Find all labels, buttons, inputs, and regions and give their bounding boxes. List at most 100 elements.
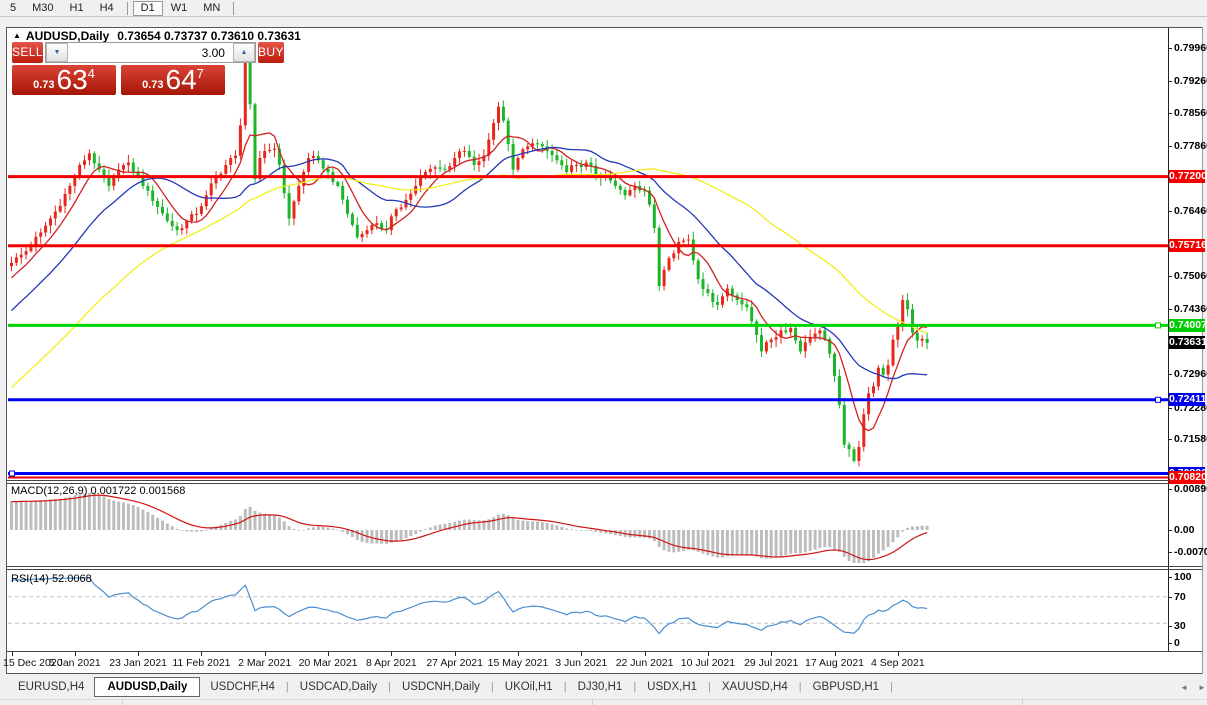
date-tick-label: 2 Mar 2021 <box>238 657 292 669</box>
timeframe-w1-button[interactable]: W1 <box>163 1 196 16</box>
date-tick-mark <box>707 652 709 656</box>
timeframe-5-button[interactable]: 5 <box>2 1 24 16</box>
sell-button[interactable]: SELL <box>12 42 43 63</box>
macd-tick-mark <box>1168 489 1172 490</box>
price-tick-mark <box>1168 308 1172 310</box>
price-chart-canvas[interactable] <box>8 28 1168 480</box>
rsi-tick-label: 30 <box>1174 620 1186 632</box>
chart-tab-dj30-h1[interactable]: DJ30,H1 <box>568 679 633 695</box>
volume-input[interactable] <box>67 43 233 62</box>
date-tick-label: 23 Jan 2021 <box>109 657 168 669</box>
chart-tab-usdchf-h4[interactable]: USDCHF,H4 <box>200 679 285 695</box>
date-tick-label: 8 Apr 2021 <box>365 657 417 669</box>
symbol-period-label: AUDUSD,Daily <box>25 29 110 43</box>
price-tick-mark <box>1168 113 1172 115</box>
macd-tick-label: 0.008904 <box>1174 483 1207 495</box>
macd-rsi-divider[interactable] <box>7 566 1202 567</box>
price-tick-mark <box>1168 374 1172 376</box>
price-tick-label: 0.78560 <box>1174 107 1207 120</box>
tab-separator: | <box>890 680 893 693</box>
price-tick-mark <box>1168 145 1172 147</box>
date-tick-label: 10 Jul 2021 <box>680 657 736 669</box>
sell-price-display[interactable]: 0.73 63 4 <box>12 65 116 95</box>
date-tick-mark <box>454 652 456 656</box>
macd-tick-mark <box>1168 530 1172 531</box>
price-tick-mark <box>1168 80 1172 82</box>
sell-price-big: 63 <box>56 64 88 95</box>
buy-button[interactable]: BUY <box>257 42 284 63</box>
price-level-badge: 0.73631 <box>1169 336 1207 350</box>
price-tick-label: 0.77860 <box>1174 139 1207 152</box>
status-divider <box>1022 699 1023 705</box>
buy-price-base: 0.73 <box>142 79 164 91</box>
rsi-tick-label: 0 <box>1174 637 1180 649</box>
price-tick-mark <box>1168 438 1172 440</box>
price-tick-label: 0.71580 <box>1174 432 1207 445</box>
window-border-right <box>1202 27 1203 674</box>
timeframe-toolbar: 5 M30 H1 H4 D1 W1 MN <box>0 0 1207 17</box>
tab-separator: | <box>708 680 711 693</box>
chart-tab-ukoil-h1[interactable]: UKOil,H1 <box>495 679 563 695</box>
chart-tab-xauusd-h4[interactable]: XAUUSD,H4 <box>712 679 798 695</box>
tab-separator: | <box>633 680 637 693</box>
collapse-triangle-icon[interactable]: ▲ <box>13 31 21 40</box>
timeframe-d1-button[interactable]: D1 <box>132 0 163 16</box>
chart-macd-divider[interactable] <box>7 480 1202 481</box>
tab-separator: | <box>563 680 567 693</box>
chart-tab-audusd-daily[interactable]: AUDUSD,Daily <box>94 676 201 697</box>
price-tick-mark <box>1168 407 1172 409</box>
rsi-tick-label: 100 <box>1174 571 1192 583</box>
volume-spinner: ▼ ▲ <box>44 42 256 63</box>
status-divider <box>592 699 593 705</box>
rsi-bottom-border <box>7 651 1202 652</box>
ohlc-values: 0.73654 0.73737 0.73610 0.73631 <box>117 29 301 43</box>
buy-price-display[interactable]: 0.73 64 7 <box>121 65 225 95</box>
date-tick-mark <box>834 652 836 656</box>
chart-tab-eurusd-h4[interactable]: EURUSD,H4 <box>8 679 94 695</box>
rsi-indicator-canvas[interactable] <box>8 570 1168 651</box>
date-tick-mark <box>771 652 773 656</box>
timeframe-mn-button[interactable]: MN <box>195 1 228 16</box>
volume-decrease-button[interactable]: ▼ <box>45 43 68 62</box>
mt4-terminal: 5 M30 H1 H4 D1 W1 MN ▲ AUDUSD,Daily 0.73654 0.73… <box>0 0 1207 705</box>
rsi-tick-mark <box>1168 577 1172 578</box>
price-tick-label: 0.74360 <box>1174 302 1207 315</box>
date-tick-label: 4 Sep 2021 <box>870 657 925 669</box>
rsi-label: RSI(14) 52.0068 <box>11 573 92 585</box>
price-tick-label: 0.79960 <box>1174 42 1207 54</box>
price-tick-label: 0.79260 <box>1174 74 1207 87</box>
date-tick-mark <box>391 652 393 656</box>
tab-separator: | <box>285 680 289 693</box>
volume-increase-button[interactable]: ▲ <box>232 43 255 62</box>
timeframe-m30-button[interactable]: M30 <box>24 1 61 16</box>
tab-separator: | <box>798 680 802 693</box>
rsi-tick-mark <box>1168 597 1172 598</box>
trade-controls-row: SELL ▼ ▲ BUY <box>12 42 284 63</box>
date-tick-mark <box>897 652 899 656</box>
date-tick-label: 3 Jun 2021 <box>555 657 608 669</box>
chart-tab-gbpusd-h1[interactable]: GBPUSD,H1 <box>803 679 889 695</box>
price-tick-mark <box>1168 276 1172 278</box>
sell-price-base: 0.73 <box>33 79 55 91</box>
timeframe-h1-button[interactable]: H1 <box>62 1 92 16</box>
date-tick-mark <box>644 652 646 656</box>
rsi-value: 52.0068 <box>51 573 92 585</box>
tab-scroll-left-button[interactable]: ◄ <box>1177 681 1191 694</box>
tab-scroll-right-button[interactable]: ► <box>1195 681 1207 694</box>
timeframe-h4-button[interactable]: H4 <box>92 1 122 16</box>
chart-tab-bar: EURUSD,H4 AUDUSD,Daily USDCHF,H4 | USDCAD,Da… <box>0 674 1207 699</box>
date-tick-mark <box>74 652 76 656</box>
price-tick-mark <box>1168 211 1172 213</box>
macd-label: MACD(12,26,9) 0.001722 0.001568 <box>11 485 186 497</box>
rsi-tick-label: 70 <box>1174 591 1186 603</box>
chart-tab-usdx-h1[interactable]: USDX,H1 <box>637 679 707 695</box>
chart-tab-usdcnh-daily[interactable]: USDCNH,Daily <box>392 679 490 695</box>
chart-tab-usdcad-daily[interactable]: USDCAD,Daily <box>290 679 387 695</box>
date-tick-mark <box>201 652 203 656</box>
price-level-badge: 0.75716 <box>1169 239 1207 253</box>
macd-main-value: 0.001722 <box>90 485 137 497</box>
macd-tick-label: 0.00 <box>1174 524 1195 536</box>
date-tick-mark <box>328 652 330 656</box>
date-tick-label: 11 Feb 2021 <box>172 657 231 669</box>
price-level-badge: 0.77200 <box>1169 170 1207 184</box>
